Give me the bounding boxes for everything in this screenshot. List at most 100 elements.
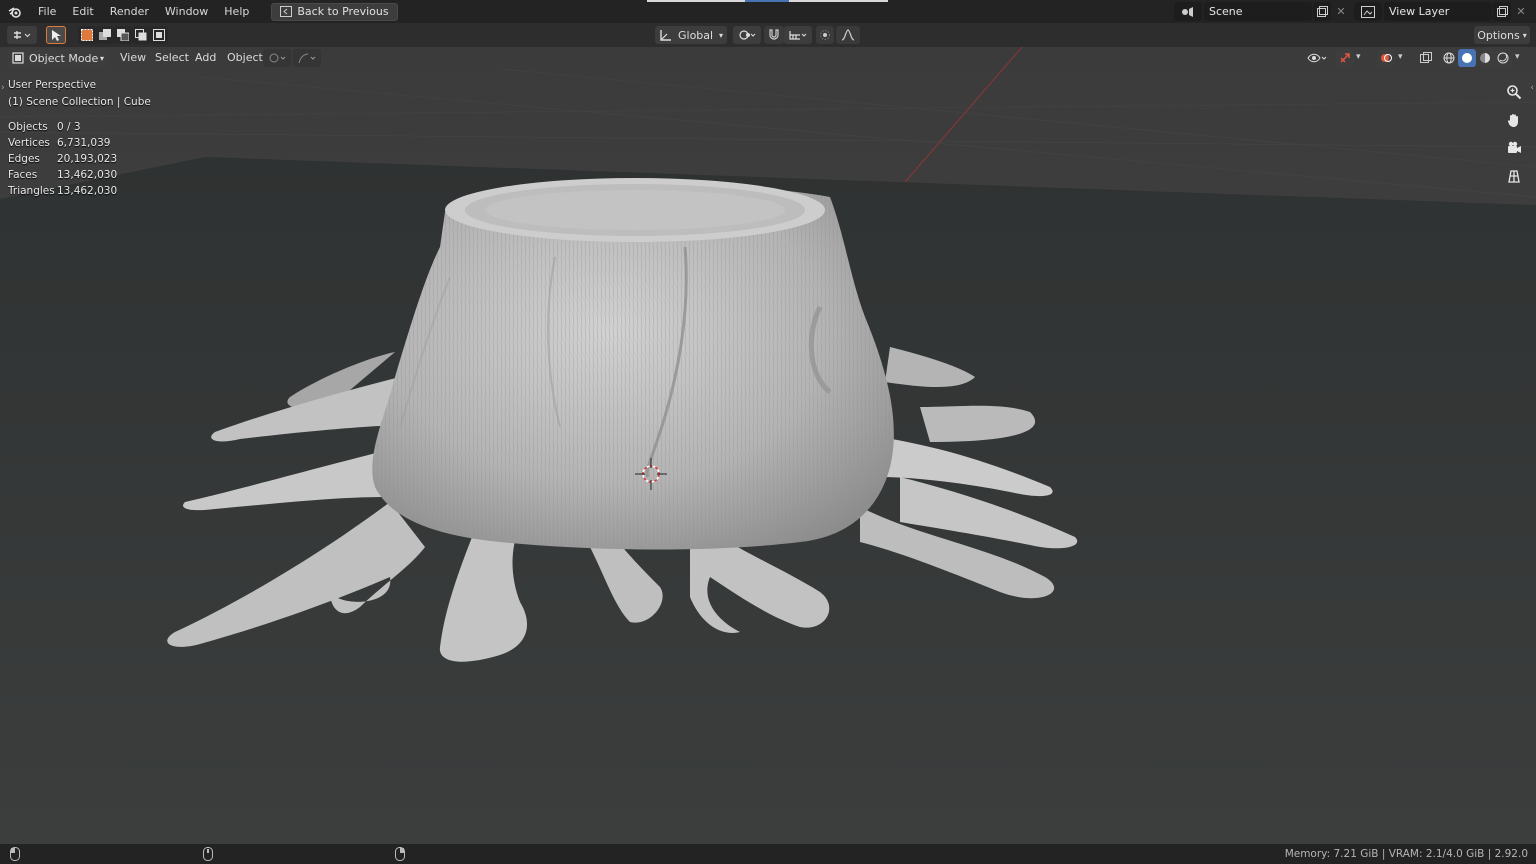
shading-material-button[interactable]: [1476, 49, 1494, 67]
delete-scene-icon[interactable]: ✕: [1332, 2, 1350, 21]
toolshelf-collapse-arrow[interactable]: ‹: [1530, 83, 1534, 93]
menu-window[interactable]: Window: [157, 0, 216, 23]
select-mode-new-button[interactable]: [78, 26, 96, 44]
shading-rendered-button[interactable]: [1494, 49, 1512, 67]
interaction-mode-value: Object Mode: [29, 51, 99, 65]
overlay-curve-dropdown[interactable]: [293, 49, 321, 67]
options-dropdown[interactable]: Options ▾: [1474, 26, 1530, 44]
stat-objects: Objects 0 / 3: [8, 121, 81, 133]
tool-header: Global ▾ Options ▾: [0, 23, 1536, 47]
scene-name: Scene: [1209, 5, 1243, 18]
chevron-down-icon: ▾: [718, 30, 723, 40]
chevron-down-icon: ▾: [1522, 30, 1527, 40]
scene-icon: [1182, 6, 1193, 17]
top-menu-bar: File Edit Render Window Help Back to Pre…: [0, 0, 1536, 23]
shading-options-dropdown[interactable]: ▾: [1515, 52, 1520, 62]
select-mode-extend-button[interactable]: [96, 26, 114, 44]
select-subtract-icon: [117, 29, 129, 41]
view-layer-browse-button[interactable]: [1354, 2, 1382, 21]
mouse-left-icon: [10, 847, 20, 864]
delete-view-layer-icon[interactable]: ✕: [1512, 2, 1530, 21]
sidebar-expand-arrow[interactable]: ›: [1, 83, 5, 93]
pan-hand-icon[interactable]: [1502, 108, 1526, 132]
viewport-info-overlay: User Perspective (1) Scene Collection | …: [8, 77, 151, 199]
falloff-curve-icon: [841, 29, 855, 41]
viewport-menu-object[interactable]: Object: [227, 49, 263, 67]
new-scene-icon[interactable]: [1313, 2, 1331, 21]
select-mode-subtract-button[interactable]: [114, 26, 132, 44]
menu-help[interactable]: Help: [216, 0, 257, 23]
viewport-menu-add[interactable]: Add: [195, 49, 216, 67]
back-to-previous-label: Back to Previous: [297, 5, 389, 18]
new-view-layer-icon[interactable]: [1493, 2, 1511, 21]
gizmo-arrows-icon: [1340, 53, 1350, 63]
viewport-scene: [0, 47, 1536, 844]
view-layer-name-field[interactable]: View Layer: [1384, 2, 1492, 21]
mouse-middle-icon: [203, 847, 213, 864]
editor-type-dropdown[interactable]: [7, 26, 37, 44]
solid-sphere-icon: [1462, 53, 1472, 63]
select-tool-button[interactable]: [46, 26, 66, 44]
scene-browse-button[interactable]: [1174, 2, 1202, 21]
menu-edit[interactable]: Edit: [64, 0, 101, 23]
xray-toggle[interactable]: [1417, 49, 1435, 67]
menu-file[interactable]: File: [30, 0, 64, 23]
transform-orientation-dropdown[interactable]: Global ▾: [655, 26, 727, 44]
viewport-menu-view[interactable]: View: [120, 49, 146, 67]
status-info: Memory: 7.21 GiB | VRAM: 2.1/4.0 GiB | 2…: [1284, 848, 1528, 860]
select-intersect-icon: [153, 29, 165, 41]
status-bar: Memory: 7.21 GiB | VRAM: 2.1/4.0 GiB | 2…: [0, 844, 1536, 864]
curve-icon: [298, 53, 316, 64]
stat-edges: Edges 20,193,023: [8, 153, 118, 165]
cursor-arrow-icon: [52, 30, 61, 41]
chevron-down-icon: ▾: [99, 53, 104, 63]
view-layer-name: View Layer: [1389, 5, 1450, 18]
select-mode-intersect-button[interactable]: [150, 26, 168, 44]
overlays-options-dropdown[interactable]: ▾: [1398, 52, 1403, 62]
editor-type-icon: [14, 31, 31, 39]
viewport-menu-select[interactable]: Select: [155, 49, 189, 67]
proportional-edit-icon: [820, 30, 830, 40]
transform-orientation-value: Global: [678, 28, 714, 42]
shading-wireframe-button[interactable]: [1440, 49, 1458, 67]
xray-icon: [1420, 52, 1432, 63]
collection-label: (1) Scene Collection | Cube: [8, 96, 151, 108]
proportional-edit-button[interactable]: [816, 26, 834, 44]
snap-increment-icon: [789, 31, 807, 40]
object-visibility-dropdown[interactable]: [1303, 49, 1331, 67]
scene-name-field[interactable]: Scene: [1204, 2, 1312, 21]
workspace-tab-active[interactable]: [745, 0, 789, 2]
stat-vertices: Vertices 6,731,039: [8, 137, 111, 149]
orientation-axis-icon: [660, 29, 671, 41]
wireframe-sphere-icon: [1443, 52, 1455, 64]
gizmo-icon: [269, 53, 286, 63]
zoom-icon[interactable]: [1502, 80, 1526, 104]
material-sphere-icon: [1480, 53, 1490, 63]
stat-triangles: Triangles 13,462,030: [8, 185, 118, 197]
options-label: Options: [1477, 28, 1520, 42]
back-to-previous-button[interactable]: Back to Previous: [271, 2, 398, 21]
back-icon: [280, 6, 293, 17]
snap-toggle-button[interactable]: [764, 26, 784, 44]
transform-gizmo-dropdown[interactable]: [263, 49, 291, 67]
pivot-point-dropdown[interactable]: [733, 26, 761, 44]
3d-viewport[interactable]: User Perspective (1) Scene Collection | …: [0, 47, 1536, 844]
gizmo-options-dropdown[interactable]: ▾: [1356, 52, 1361, 62]
pivot-icon: [739, 30, 756, 40]
orthographic-toggle-icon[interactable]: [1502, 164, 1526, 188]
eye-icon: [1307, 53, 1327, 63]
show-overlays-toggle[interactable]: [1377, 49, 1395, 67]
magnet-icon: [769, 29, 779, 40]
falloff-dropdown[interactable]: [836, 26, 860, 44]
object-mode-icon: [12, 52, 24, 64]
menu-render[interactable]: Render: [102, 0, 157, 23]
interaction-mode-dropdown[interactable]: Object Mode ▾: [8, 49, 108, 67]
select-new-icon: [81, 29, 93, 41]
camera-view-icon[interactable]: [1502, 136, 1526, 160]
snap-target-dropdown[interactable]: [784, 26, 812, 44]
shading-solid-button[interactable]: [1458, 49, 1476, 67]
blender-logo-icon[interactable]: [0, 0, 30, 23]
show-gizmo-toggle[interactable]: [1336, 49, 1354, 67]
select-difference-icon: [135, 29, 147, 41]
select-mode-difference-button[interactable]: [132, 26, 150, 44]
